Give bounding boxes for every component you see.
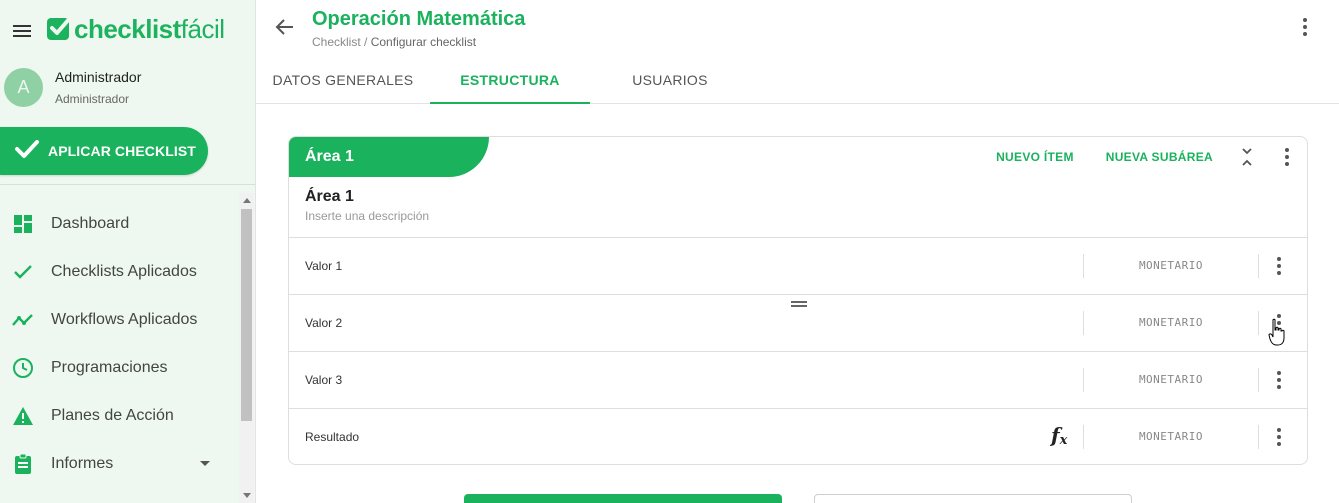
item-more-vert-icon[interactable] — [1269, 313, 1289, 333]
caret-down-icon[interactable] — [200, 461, 210, 466]
item-type: MONETARIO — [1138, 316, 1204, 329]
area-more-vert-icon[interactable] — [1277, 147, 1297, 167]
logo-check-icon — [46, 15, 72, 43]
main-content: Operación Matemática Checklist / Configu… — [256, 0, 1339, 503]
item-more-vert-icon[interactable] — [1269, 427, 1289, 447]
apply-checklist-label: APLICAR CHECKLIST — [48, 143, 196, 159]
brand-logo: checklistfácil — [46, 12, 225, 46]
breadcrumb: Checklist / Configurar checklist — [312, 35, 476, 49]
clipboard-icon — [12, 453, 34, 475]
sidebar-divider — [0, 184, 255, 185]
more-vert-icon[interactable] — [1295, 17, 1315, 37]
area-name[interactable]: Área 1 — [305, 188, 354, 206]
tab-bar: DATOS GENERALES ESTRUCTURA USUARIOS — [256, 56, 1339, 104]
scrollbar-thumb[interactable] — [241, 209, 252, 421]
item-label: Valor 2 — [305, 316, 343, 330]
page-title: Operación Matemática — [312, 8, 526, 30]
sidebar-item-reports[interactable]: Informes — [0, 440, 238, 488]
item-label: Valor 3 — [305, 373, 343, 387]
apply-checklist-button[interactable]: APLICAR CHECKLIST — [0, 127, 208, 175]
check-icon — [14, 138, 40, 165]
user-role: Administrador — [55, 92, 130, 106]
brand-name: checklistfácil — [74, 13, 225, 44]
item-type: MONETARIO — [1138, 430, 1204, 443]
sidebar-item-workflows-applied[interactable]: Workflows Aplicados — [0, 296, 238, 344]
check-icon — [12, 261, 34, 283]
tab-users[interactable]: USUARIOS — [590, 56, 750, 103]
sidebar-item-label: Programaciones — [51, 359, 168, 376]
tab-structure[interactable]: ESTRUCTURA — [430, 56, 590, 104]
tab-general-data[interactable]: DATOS GENERALES — [270, 56, 416, 103]
user-name: Administrador — [55, 69, 142, 85]
breadcrumb-separator: / — [364, 35, 368, 49]
item-more-vert-icon[interactable] — [1269, 256, 1289, 276]
item-type: MONETARIO — [1138, 373, 1204, 386]
dashboard-icon — [12, 213, 34, 235]
sidebar-item-label: Checklists Aplicados — [51, 263, 197, 280]
sidebar: checklistfácil A Administrador Administr… — [0, 0, 256, 503]
item-type: MONETARIO — [1138, 259, 1204, 272]
new-item-button[interactable]: NUEVO ÍTEM — [996, 150, 1074, 164]
sidebar-item-label: Planes de Acción — [51, 407, 174, 424]
item-more-vert-icon[interactable] — [1269, 370, 1289, 390]
item-row-valor-1[interactable]: Valor 1 MONETARIO — [289, 237, 1307, 294]
sidebar-nav: Dashboard Checklists Aplicados Workflows… — [0, 200, 238, 488]
back-arrow-icon[interactable] — [274, 16, 296, 38]
sidebar-item-label: Dashboard — [51, 215, 130, 232]
hamburger-menu-icon[interactable] — [12, 22, 34, 40]
sidebar-item-schedules[interactable]: Programaciones — [0, 344, 238, 392]
clock-icon — [12, 357, 34, 379]
sidebar-item-label: Informes — [51, 455, 114, 472]
scroll-up-icon[interactable] — [243, 198, 251, 203]
breadcrumb-parent[interactable]: Checklist — [312, 35, 361, 49]
area-tab[interactable]: Área 1 — [289, 137, 489, 177]
drag-handle-icon[interactable] — [791, 301, 807, 307]
sidebar-item-action-plans[interactable]: Planes de Acción — [0, 392, 238, 440]
scroll-down-icon[interactable] — [243, 493, 251, 498]
app-root: checklistfácil A Administrador Administr… — [0, 0, 1339, 503]
trending-icon — [12, 309, 34, 331]
sidebar-item-checklists-applied[interactable]: Checklists Aplicados — [0, 248, 238, 296]
sidebar-item-label: Workflows Aplicados — [51, 311, 198, 328]
area-actions: NUEVO ÍTEM NUEVA SUBÁREA — [996, 137, 1307, 177]
item-list: Valor 1 MONETARIO Valor 2 MONETARIO Valo… — [289, 237, 1307, 464]
item-row-resultado[interactable]: Resultado fx MONETARIO — [289, 408, 1307, 464]
sidebar-item-dashboard[interactable]: Dashboard — [0, 200, 238, 248]
area-description[interactable]: Inserte una descripción — [305, 209, 429, 223]
breadcrumb-current: Configurar checklist — [370, 35, 477, 49]
primary-bottom-button[interactable] — [464, 494, 782, 503]
collapse-icon[interactable] — [1237, 145, 1257, 169]
formula-icon[interactable]: fx — [1051, 423, 1067, 448]
secondary-bottom-button[interactable] — [814, 494, 1132, 503]
item-label: Valor 1 — [305, 259, 343, 273]
area-card: Área 1 NUEVO ÍTEM NUEVA SUBÁREA Área 1 I… — [288, 136, 1308, 465]
sidebar-scrollbar[interactable] — [239, 193, 254, 503]
item-label: Resultado — [305, 430, 360, 444]
item-row-valor-2[interactable]: Valor 2 MONETARIO — [289, 294, 1307, 351]
user-profile: A Administrador Administrador — [4, 68, 141, 107]
item-row-valor-3[interactable]: Valor 3 MONETARIO — [289, 351, 1307, 408]
warning-icon — [12, 405, 34, 427]
new-subarea-button[interactable]: NUEVA SUBÁREA — [1106, 150, 1213, 164]
avatar: A — [4, 68, 43, 107]
